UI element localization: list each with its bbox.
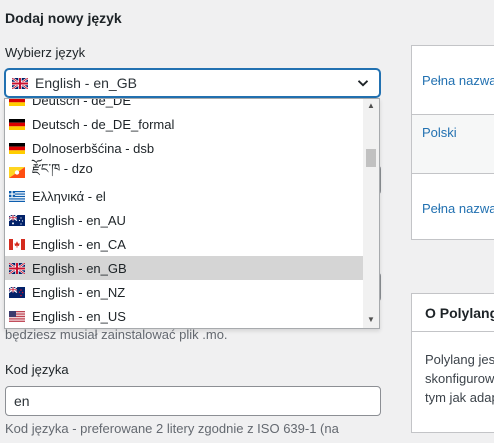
language-option[interactable]: English - en_GB [5,256,365,280]
language-option[interactable]: English - en_CA [5,232,365,256]
language-code-label: Kod języka [5,362,69,377]
languages-table: Pełna nazwa Polski Pełna nazwa [411,45,494,240]
germany-flag-icon [9,99,25,106]
language-option-label: English - en_AU [32,212,126,228]
uk-flag-icon [9,262,25,274]
language-code-input[interactable] [5,386,381,416]
scroll-up-arrow-icon[interactable]: ▲ [367,102,375,110]
table-row [412,114,494,174]
about-polylang-box: O Polylang Polylang jest skonfigurowany … [411,293,494,433]
language-option[interactable]: རྫོང་ཁ - dzo [5,160,365,184]
greece-flag-icon [9,190,25,202]
language-option-label: English - en_CA [32,236,126,252]
language-option-label: English - en_GB [32,260,127,276]
scroll-down-arrow-icon[interactable]: ▼ [367,316,375,324]
about-line: tym jak adap [425,390,494,405]
language-option[interactable]: Ελληνικά - el [5,184,365,208]
language-select[interactable]: English - en_GB [5,69,380,97]
bhutan-flag-icon [9,166,25,178]
germany-flag-icon [9,118,25,130]
language-option-label: English - en_NZ [32,284,126,300]
language-option[interactable]: English - en_US [5,304,365,328]
australia-flag-icon [9,214,25,226]
scrollbar-thumb[interactable] [366,149,376,167]
language-option[interactable]: English - en_NZ [5,280,365,304]
about-polylang-title: O Polylang [412,294,494,332]
language-option-label: English - en_US [32,308,126,324]
language-code-help-text: Kod języka - preferowane 2 litery zgodni… [5,421,339,436]
language-row-polski[interactable]: Polski [412,125,494,140]
column-footer-full-name[interactable]: Pełna nazwa [412,201,494,216]
about-polylang-text: Polylang jest skonfigurowany tym jak ada… [425,350,494,407]
about-line: skonfigurowany [425,371,494,386]
language-option-label: Deutsch - de_DE_formal [32,116,175,132]
language-option-label: Ελληνικά - el [32,188,106,204]
section-title: Dodaj nowy język [5,10,122,26]
language-option-label: Deutsch - de_DE [32,98,131,108]
usa-flag-icon [9,310,25,322]
new-zealand-flag-icon [9,286,25,298]
germany-flag-icon [9,142,25,154]
chevron-down-icon [357,76,369,92]
language-option-label: རྫོང་ཁ - dzo [32,160,93,176]
language-option[interactable]: Deutsch - de_DE [5,98,365,112]
language-select-value: English - en_GB [35,75,137,91]
dropdown-scrollbar[interactable]: ▲ ▼ [363,99,379,328]
language-select-label: Wybierz język [5,45,86,60]
language-option[interactable]: English - en_AU [5,208,365,232]
about-line: Polylang jest [425,352,494,367]
canada-flag-icon [9,238,25,250]
language-dropdown-list[interactable]: Deutsch - de_DE Deutsch - de_DE_formal Dol… [4,98,380,329]
mo-file-help-text: będziesz musiał zainstalować plik .mo. [5,327,228,342]
column-header-full-name[interactable]: Pełna nazwa [412,73,494,88]
language-option[interactable]: Deutsch - de_DE_formal [5,112,365,136]
uk-flag-icon [12,77,28,89]
